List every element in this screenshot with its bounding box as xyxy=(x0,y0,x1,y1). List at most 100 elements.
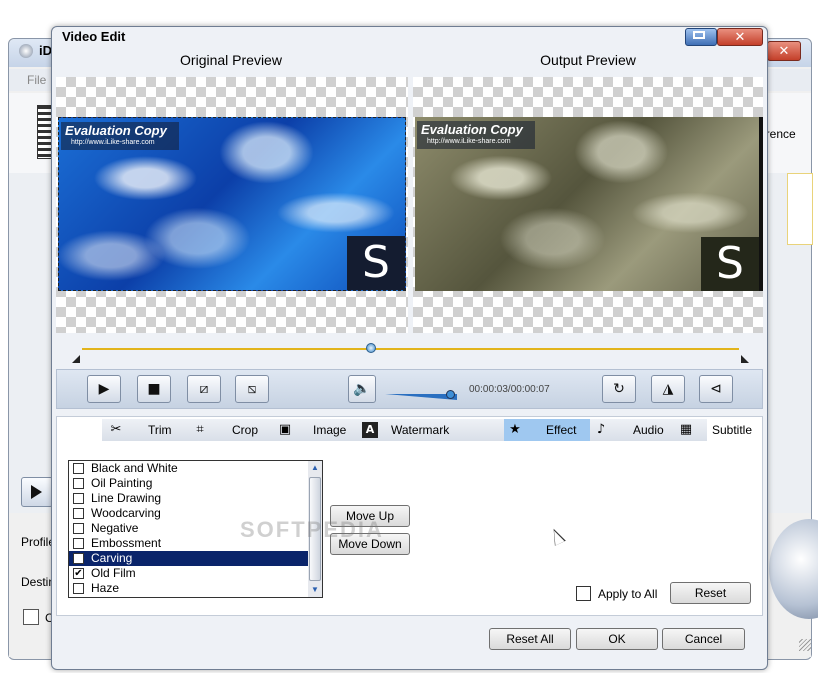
playback-controls: ▶ ■ ⧄ ⧅ 🔈 00:00:03/00:00:07 ↻ ◮ ⊲ xyxy=(56,369,763,409)
background-checkbox[interactable] xyxy=(23,609,39,625)
list-item[interactable]: Black and White xyxy=(69,461,308,476)
logo-badge: S xyxy=(347,236,405,290)
tab-subtitle[interactable]: Subtitle xyxy=(712,419,752,441)
set-end-icon: ⧅ xyxy=(247,381,257,397)
effect-checkbox[interactable] xyxy=(73,463,84,474)
dialog-title: Video Edit xyxy=(62,29,126,44)
evaluation-url: http://www.iLike-share.com xyxy=(71,139,155,146)
edit-tabs: ✂ Trim ⌗ Crop ▣ Image A Watermark ★ Effe… xyxy=(102,419,752,441)
volume-button[interactable]: 🔈 xyxy=(348,375,376,403)
resize-grip-icon[interactable] xyxy=(799,639,811,651)
set-end-button[interactable]: ⧅ xyxy=(235,375,269,403)
tab-crop[interactable]: Crop xyxy=(232,419,258,441)
effect-label: Carving xyxy=(91,551,133,565)
effect-label: Line Drawing xyxy=(91,491,162,505)
effect-checkbox[interactable] xyxy=(73,508,84,519)
set-start-icon: ⧄ xyxy=(199,381,209,397)
evaluation-banner: Evaluation Copy http://www.iLike-share.c… xyxy=(61,122,179,150)
output-video-frame: Evaluation Copy http://www.iLike-share.c… xyxy=(415,117,763,291)
cancel-button[interactable]: Cancel xyxy=(662,628,745,650)
volume-knob[interactable] xyxy=(445,390,455,399)
music-note-icon: ♪ xyxy=(596,422,606,437)
effect-checkbox[interactable] xyxy=(73,493,84,504)
effect-label: Oil Painting xyxy=(91,476,153,490)
star-icon: ★ xyxy=(509,422,521,437)
play-icon: ▶ xyxy=(98,381,110,397)
tab-trim[interactable]: Trim xyxy=(148,419,172,441)
output-preview-label: Output Preview xyxy=(540,52,636,68)
tab-effect[interactable]: Effect xyxy=(546,419,576,441)
original-preview-pane: Evaluation Copy http://www.iLike-share.c… xyxy=(56,77,408,333)
original-video-frame[interactable]: Evaluation Copy http://www.iLike-share.c… xyxy=(58,117,406,291)
flip-vertical-icon: ⊲ xyxy=(710,381,722,397)
logo-letter: S xyxy=(716,238,744,289)
stop-icon: ■ xyxy=(147,381,161,397)
effect-label: Woodcarving xyxy=(91,506,161,520)
tab-image[interactable]: Image xyxy=(313,419,346,441)
rotate-icon: ↻ xyxy=(613,381,625,397)
effect-checkbox[interactable] xyxy=(73,583,84,594)
evaluation-title: Evaluation Copy xyxy=(65,123,167,138)
play-icon xyxy=(31,485,42,499)
scissors-icon: ✂ xyxy=(110,422,122,437)
softpedia-watermark: SOFTPEDIA xyxy=(240,517,384,542)
background-close-button[interactable]: ✕ xyxy=(767,41,801,61)
effect-checkbox[interactable] xyxy=(73,553,84,564)
video-edit-dialog: Video Edit ✕ Original Preview Output Pre… xyxy=(51,26,768,670)
scroll-up-icon[interactable]: ▲ xyxy=(309,462,321,474)
close-button[interactable]: ✕ xyxy=(717,28,763,46)
set-start-button[interactable]: ⧄ xyxy=(187,375,221,403)
evaluation-url: http://www.iLike-share.com xyxy=(427,138,511,145)
effect-label: Negative xyxy=(91,521,139,535)
effect-checkbox[interactable] xyxy=(73,538,84,549)
crop-icon: ⌗ xyxy=(196,422,204,437)
tab-audio[interactable]: Audio xyxy=(633,419,664,441)
output-preview-pane: Evaluation Copy http://www.iLike-share.c… xyxy=(413,77,763,333)
app-icon xyxy=(19,44,33,58)
flip-horizontal-button[interactable]: ◮ xyxy=(651,375,685,403)
menu-file[interactable]: File xyxy=(27,73,46,87)
apply-to-all-label: Apply to All xyxy=(598,587,658,601)
start-marker-icon[interactable] xyxy=(72,355,80,363)
effect-label: Haze xyxy=(91,581,120,595)
tab-watermark[interactable]: Watermark xyxy=(391,419,449,441)
effect-label: Black and White xyxy=(91,461,178,475)
list-item[interactable]: Haze xyxy=(69,581,308,596)
timeline-track[interactable] xyxy=(82,348,739,350)
restore-icon xyxy=(693,31,705,39)
reset-all-button[interactable]: Reset All xyxy=(489,628,571,650)
destination-label: Destin xyxy=(21,575,56,589)
profile-label: Profile xyxy=(21,535,56,549)
evaluation-banner: Evaluation Copy http://www.iLike-share.c… xyxy=(417,121,535,149)
evaluation-title: Evaluation Copy xyxy=(421,122,523,137)
list-item[interactable]: ✔ Old Film xyxy=(69,566,308,581)
effect-checkbox-checked[interactable]: ✔ xyxy=(73,568,84,579)
list-item[interactable]: Oil Painting xyxy=(69,476,308,491)
effect-label: Embossment xyxy=(91,536,162,550)
effect-label: Old Film xyxy=(91,566,136,580)
dialog-titlebar: Video Edit ✕ xyxy=(52,27,767,49)
effect-checkbox[interactable] xyxy=(73,478,84,489)
effect-checkbox[interactable] xyxy=(73,523,84,534)
play-button[interactable]: ▶ xyxy=(87,375,121,403)
stop-button[interactable]: ■ xyxy=(137,375,171,403)
background-highlight-box xyxy=(787,173,813,245)
logo-letter: S xyxy=(362,237,390,288)
end-marker-icon[interactable] xyxy=(741,355,749,363)
list-item[interactable]: Line Drawing xyxy=(69,491,308,506)
time-readout: 00:00:03/00:00:07 xyxy=(469,384,550,395)
logo-badge: S xyxy=(701,237,759,291)
watermark-icon: A xyxy=(362,422,378,438)
speaker-icon: 🔈 xyxy=(353,381,371,397)
reset-button[interactable]: Reset xyxy=(670,582,751,604)
ok-button[interactable]: OK xyxy=(576,628,658,650)
flip-vertical-button[interactable]: ⊲ xyxy=(699,375,733,403)
timeline-handle[interactable] xyxy=(366,343,377,353)
flip-horizontal-icon: ◮ xyxy=(662,381,674,397)
scroll-down-icon[interactable]: ▼ xyxy=(309,584,321,596)
list-item-selected[interactable]: Carving xyxy=(69,551,308,566)
rotate-button[interactable]: ↻ xyxy=(602,375,636,403)
original-preview-label: Original Preview xyxy=(180,52,282,68)
apply-to-all-checkbox[interactable] xyxy=(576,586,591,601)
image-icon: ▣ xyxy=(278,422,292,437)
